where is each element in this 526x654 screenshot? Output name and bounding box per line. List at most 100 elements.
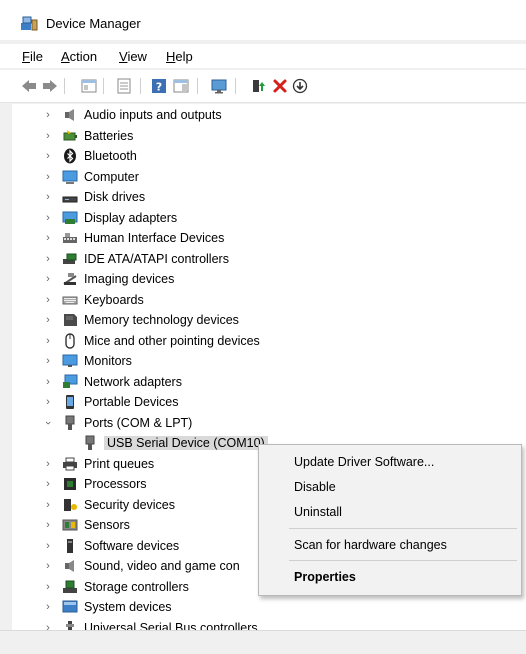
tree-item-label: Mice and other pointing devices: [84, 334, 260, 348]
menu-help[interactable]: Help: [166, 49, 193, 64]
disk-drive-icon: [62, 196, 78, 203]
chevron-right-icon[interactable]: ›: [43, 519, 53, 531]
tree-item-keyboards[interactable]: › Keyboards: [12, 290, 526, 310]
tree-item-label: Portable Devices: [84, 395, 179, 409]
tree-item-bluetooth[interactable]: › Bluetooth: [12, 146, 526, 166]
tree-item-label: Sensors: [84, 518, 130, 532]
network-icon: [63, 374, 78, 388]
display-adapter-icon: [62, 211, 78, 224]
context-item-uninstall[interactable]: Uninstall: [294, 505, 342, 519]
chevron-right-icon[interactable]: ›: [43, 314, 53, 326]
chevron-right-icon[interactable]: ›: [43, 499, 53, 511]
context-item-properties[interactable]: Properties: [294, 570, 356, 584]
chevron-right-icon[interactable]: ›: [43, 212, 53, 224]
tree-item-label: Storage controllers: [84, 580, 189, 594]
tree-item-display-adapters[interactable]: › Display adapters: [12, 208, 526, 228]
tree-item-memory[interactable]: › Memory technology devices: [12, 310, 526, 330]
chevron-right-icon[interactable]: ›: [43, 560, 53, 572]
tree-item-computer[interactable]: › Computer: [12, 167, 526, 187]
chevron-right-icon[interactable]: ›: [43, 191, 53, 203]
chevron-right-icon[interactable]: ›: [43, 355, 53, 367]
tree-item-label: Batteries: [84, 129, 134, 143]
port-icon: [65, 415, 75, 430]
camera-icon: [63, 273, 77, 285]
tree-item-label: Disk drives: [84, 190, 146, 204]
tree-item-disk-drives[interactable]: › Disk drives: [12, 187, 526, 207]
chevron-right-icon[interactable]: ›: [43, 540, 53, 552]
monitor-icon[interactable]: [210, 77, 228, 95]
monitor-icon: [62, 354, 78, 367]
memory-icon: [64, 314, 77, 326]
chevron-right-icon[interactable]: ›: [43, 171, 53, 183]
menu-view[interactable]: View: [119, 49, 147, 64]
chevron-right-icon[interactable]: ›: [43, 601, 53, 613]
tree-item-ports[interactable]: › Ports (COM & LPT): [12, 413, 526, 433]
tree-item-usb-controllers[interactable]: › Universal Serial Bus controllers: [12, 618, 526, 630]
tree-item-mice[interactable]: › Mice and other pointing devices: [12, 331, 526, 351]
menu-file[interactable]: File: [22, 49, 43, 64]
chevron-right-icon[interactable]: ›: [43, 232, 53, 244]
title-bar: Device Manager: [0, 0, 526, 40]
help-icon[interactable]: ?: [150, 77, 168, 95]
svg-text:?: ?: [156, 81, 162, 94]
context-item-scan-hardware[interactable]: Scan for hardware changes: [294, 538, 447, 552]
tree-item-audio[interactable]: › Audio inputs and outputs: [12, 105, 526, 125]
sound-icon: [65, 560, 74, 572]
chevron-right-icon[interactable]: ›: [43, 150, 53, 162]
tree-item-label: Network adapters: [84, 375, 182, 389]
context-separator: [289, 560, 517, 561]
tree-item-label: System devices: [84, 600, 172, 614]
chevron-down-icon[interactable]: ›: [42, 418, 54, 428]
software-device-icon: [67, 539, 73, 553]
action-pane-icon[interactable]: [172, 77, 190, 95]
mouse-icon: [65, 333, 75, 349]
chevron-right-icon[interactable]: ›: [43, 253, 53, 265]
properties-icon[interactable]: [115, 77, 133, 95]
window-title: Device Manager: [46, 16, 141, 31]
tree-item-batteries[interactable]: › Batteries: [12, 126, 526, 146]
chevron-right-icon[interactable]: ›: [43, 109, 53, 121]
chevron-right-icon[interactable]: ›: [43, 458, 53, 470]
context-item-update-driver[interactable]: Update Driver Software...: [294, 455, 434, 469]
chevron-right-icon[interactable]: ›: [43, 294, 53, 306]
storage-controller-icon: [63, 580, 77, 593]
tree-item-label: Print queues: [84, 457, 155, 471]
tree-item-monitors[interactable]: › Monitors: [12, 351, 526, 371]
chevron-right-icon[interactable]: ›: [43, 622, 53, 630]
forward-arrow-icon[interactable]: [41, 77, 59, 95]
tree-item-label: Imaging devices: [84, 272, 175, 286]
tree-item-label: Computer: [84, 170, 139, 184]
tree-item-label: Software devices: [84, 539, 180, 553]
tree-item-imaging[interactable]: › Imaging devices: [12, 269, 526, 289]
chevron-right-icon[interactable]: ›: [43, 376, 53, 388]
tree-item-network[interactable]: › Network adapters: [12, 372, 526, 392]
computer-icon: [62, 170, 78, 184]
tree-item-ide[interactable]: › IDE ATA/ATAPI controllers: [12, 249, 526, 269]
chevron-right-icon[interactable]: ›: [43, 581, 53, 593]
tree-item-label: Audio inputs and outputs: [84, 108, 222, 122]
speaker-icon: [65, 109, 74, 121]
tree-item-portable[interactable]: › Portable Devices: [12, 392, 526, 412]
enable-device-icon[interactable]: [291, 77, 309, 95]
chevron-right-icon[interactable]: ›: [43, 335, 53, 347]
tree-item-system-devices[interactable]: › System devices: [12, 597, 526, 617]
chevron-right-icon[interactable]: ›: [43, 273, 53, 285]
chevron-right-icon[interactable]: ›: [43, 396, 53, 408]
update-driver-icon[interactable]: [249, 77, 267, 95]
context-item-disable[interactable]: Disable: [294, 480, 336, 494]
uninstall-icon[interactable]: [271, 77, 289, 95]
chevron-right-icon[interactable]: ›: [43, 130, 53, 142]
tree-item-label: Sound, video and game con: [84, 559, 240, 573]
chevron-right-icon[interactable]: ›: [43, 478, 53, 490]
context-separator: [289, 528, 517, 529]
portable-device-icon: [66, 395, 74, 409]
sensor-icon: [62, 519, 78, 531]
tree-item-label: Security devices: [84, 498, 176, 512]
tree-item-hid[interactable]: › Human Interface Devices: [12, 228, 526, 248]
tree-item-label: Human Interface Devices: [84, 231, 225, 245]
show-hide-tree-icon[interactable]: [80, 77, 98, 95]
context-menu: Update Driver Software... Disable Uninst…: [258, 444, 522, 596]
menu-action[interactable]: Action: [61, 49, 97, 64]
back-arrow-icon[interactable]: [20, 77, 38, 95]
tree-item-label: Keyboards: [84, 293, 144, 307]
